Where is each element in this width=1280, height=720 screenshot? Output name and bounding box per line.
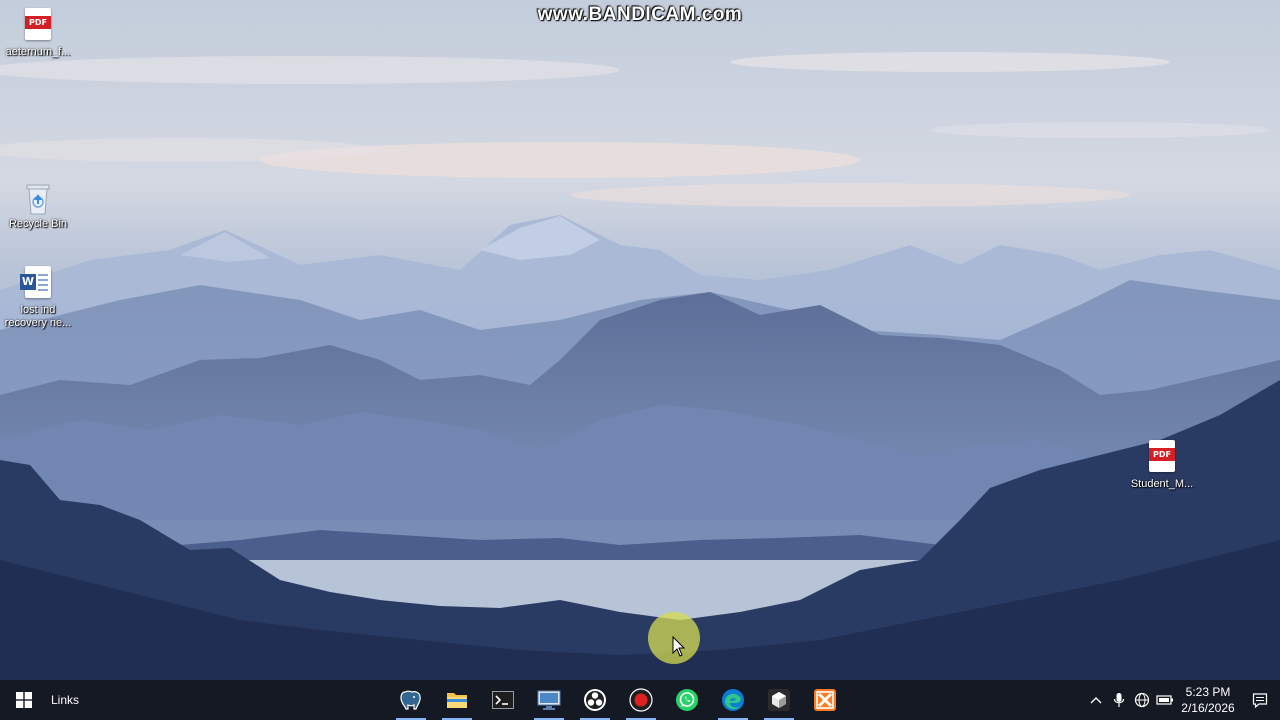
clock-time: 5:23 PM [1185, 685, 1231, 699]
battery-icon [1155, 695, 1173, 705]
whatsapp-icon [676, 689, 698, 711]
desktop-icon-label: lost ind recovery ne... [4, 304, 72, 329]
taskbar-apps [388, 680, 848, 720]
word-document-icon: W [20, 266, 54, 302]
links-toolbar[interactable]: Links [51, 693, 79, 707]
taskbar-app-pgadmin[interactable] [388, 680, 434, 720]
show-hidden-icons-button[interactable] [1084, 680, 1107, 720]
taskbar-app-xampp[interactable] [802, 680, 848, 720]
taskbar-app-edge[interactable] [710, 680, 756, 720]
pdf-file-icon: PDF [1146, 440, 1178, 476]
desktop-icon-label: Student_M... [1130, 478, 1194, 490]
taskbar-app-obs[interactable] [572, 680, 618, 720]
taskbar: Links 5:23 PM 2/16/2026 [0, 680, 1280, 720]
unity-icon [768, 689, 790, 711]
xampp-icon [814, 689, 836, 711]
battery-button[interactable] [1153, 680, 1176, 720]
elephant-icon [400, 690, 421, 710]
globe-icon [1134, 692, 1149, 708]
pdf-file-icon: PDF [22, 8, 54, 44]
obs-icon [584, 689, 606, 711]
clock-date: 2/16/2026 [1181, 701, 1235, 715]
taskbar-app-file-explorer[interactable] [434, 680, 480, 720]
taskbar-app-whatsapp[interactable] [664, 680, 710, 720]
record-icon [629, 688, 653, 712]
notification-center-button[interactable] [1240, 680, 1280, 720]
taskbar-app-remote-desktop[interactable] [526, 680, 572, 720]
desktop-icon-pdf-file[interactable]: PDF Student_M... [1124, 440, 1200, 491]
recycle-bin-icon [22, 180, 54, 216]
chevron-up-icon [1090, 697, 1101, 704]
network-button[interactable] [1130, 680, 1153, 720]
edge-icon [722, 689, 744, 711]
desktop-icon-recycle-bin[interactable]: Recycle Bin [0, 180, 76, 231]
mouse-pointer-icon [672, 636, 686, 657]
desktop-icon-word-file[interactable]: W lost ind recovery ne... [0, 266, 76, 330]
bandicam-watermark: www.BANDICAM.com [537, 4, 743, 25]
taskbar-app-terminal[interactable] [480, 680, 526, 720]
desktop-icon-label: aeternum_f... [5, 46, 71, 58]
desktop-wallpaper [0, 0, 1280, 720]
desktop-icon-pdf-file[interactable]: PDF aeternum_f... [0, 8, 76, 59]
terminal-icon [492, 691, 514, 709]
remote-desktop-icon [537, 690, 561, 710]
notification-icon [1252, 693, 1268, 708]
microphone-button[interactable] [1107, 680, 1130, 720]
system-tray: 5:23 PM 2/16/2026 [1084, 680, 1280, 720]
windows-logo-icon [16, 692, 32, 708]
start-button[interactable] [0, 680, 48, 720]
taskbar-app-unity[interactable] [756, 680, 802, 720]
folder-icon [447, 693, 467, 708]
clock[interactable]: 5:23 PM 2/16/2026 [1176, 684, 1240, 716]
taskbar-app-bandicam[interactable] [618, 680, 664, 720]
desktop-icon-label: Recycle Bin [8, 218, 68, 230]
microphone-icon [1113, 693, 1124, 707]
